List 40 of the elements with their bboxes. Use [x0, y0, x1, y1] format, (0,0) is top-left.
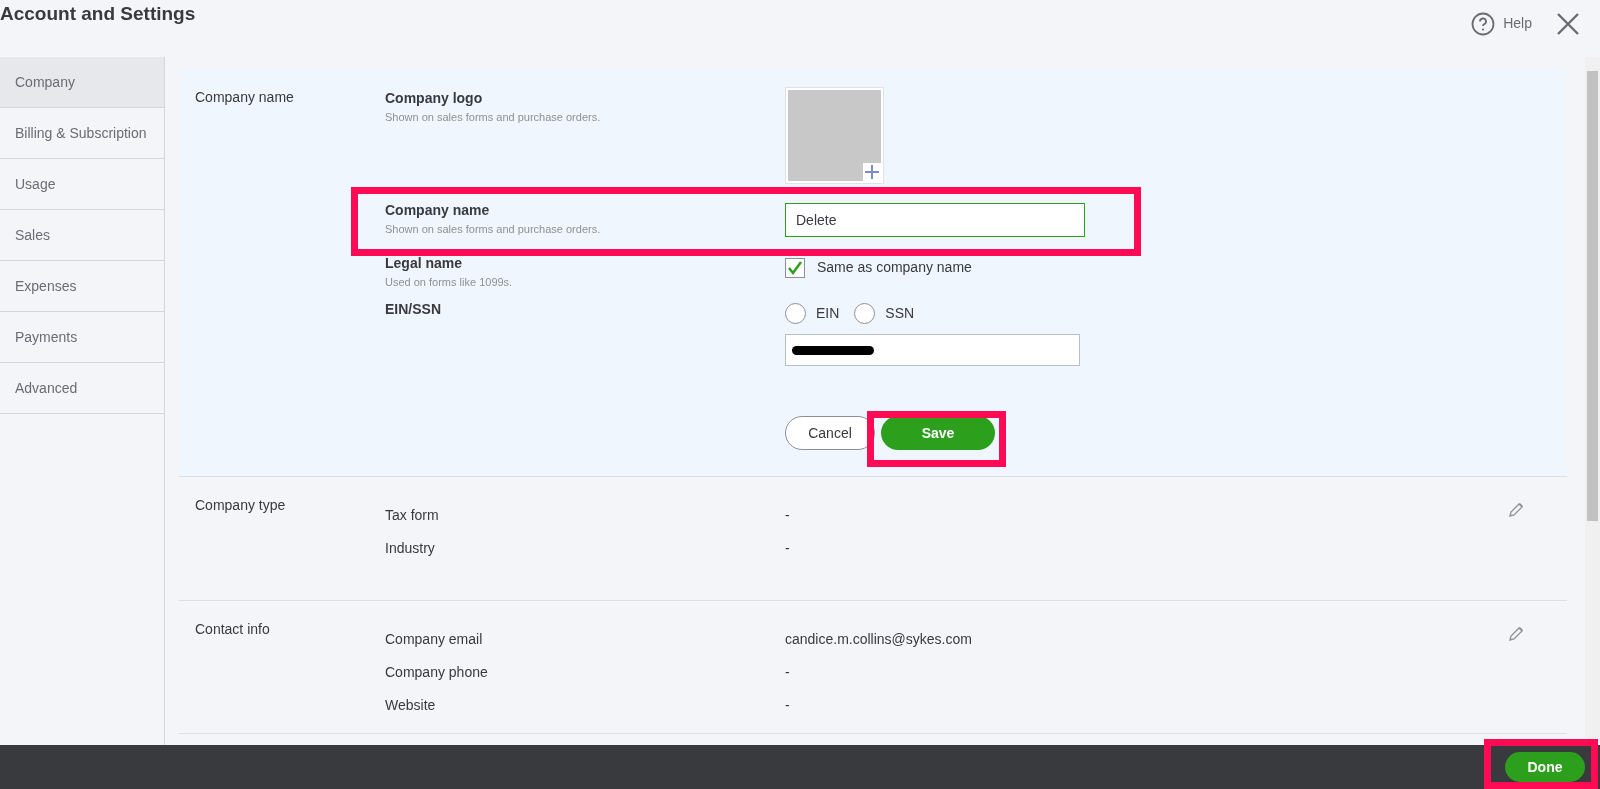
field-hint: Shown on sales forms and purchase orders. — [385, 110, 601, 125]
plus-icon — [863, 163, 881, 181]
field-title: Legal name — [385, 254, 463, 273]
checkbox-label: Same as company name — [817, 258, 972, 277]
field-title: Company logo — [385, 89, 483, 108]
row-label: Website — [385, 696, 437, 715]
field-title: EIN/SSN — [385, 300, 441, 319]
logo-upload[interactable] — [785, 87, 884, 184]
radio-label: EIN — [816, 304, 840, 323]
row-label: Industry — [385, 539, 436, 558]
close-icon[interactable] — [1556, 11, 1580, 36]
radio-label: SSN — [885, 304, 915, 323]
row-label: Company email — [385, 630, 484, 649]
window-title: Account and Settings — [0, 2, 196, 27]
ein-input[interactable] — [785, 334, 1080, 366]
field-title: Company name — [385, 201, 490, 220]
section-label: Contact info — [195, 620, 271, 639]
field-hint: Shown on sales forms and purchase orders. — [385, 222, 601, 237]
row-value: candice.m.collins@sykes.com — [785, 630, 972, 649]
row-label: Company phone — [385, 663, 489, 682]
row-value: - — [785, 539, 790, 558]
row-value: - — [785, 696, 790, 715]
save-button[interactable]: Save — [881, 416, 995, 450]
row-value: - — [785, 663, 790, 682]
help-icon[interactable] — [1471, 11, 1496, 36]
radio-button[interactable] — [854, 303, 876, 324]
row-label: Tax form — [385, 506, 440, 525]
radio-button[interactable] — [785, 303, 806, 324]
pencil-icon[interactable] — [1507, 501, 1525, 519]
row-value: - — [785, 506, 790, 525]
checkbox[interactable] — [785, 257, 805, 278]
done-button[interactable]: Done — [1505, 752, 1585, 782]
company-name-input[interactable]: Delete — [785, 203, 1085, 237]
section-label: Company name — [195, 88, 295, 107]
pencil-icon[interactable] — [1507, 625, 1525, 643]
field-hint: Used on forms like 1099s. — [385, 275, 513, 290]
help-link[interactable]: Help — [1503, 13, 1532, 34]
section-label: Company type — [195, 496, 287, 515]
scrollbar[interactable] — [1585, 57, 1600, 745]
sidebar-item[interactable]: Company — [0, 57, 164, 108]
